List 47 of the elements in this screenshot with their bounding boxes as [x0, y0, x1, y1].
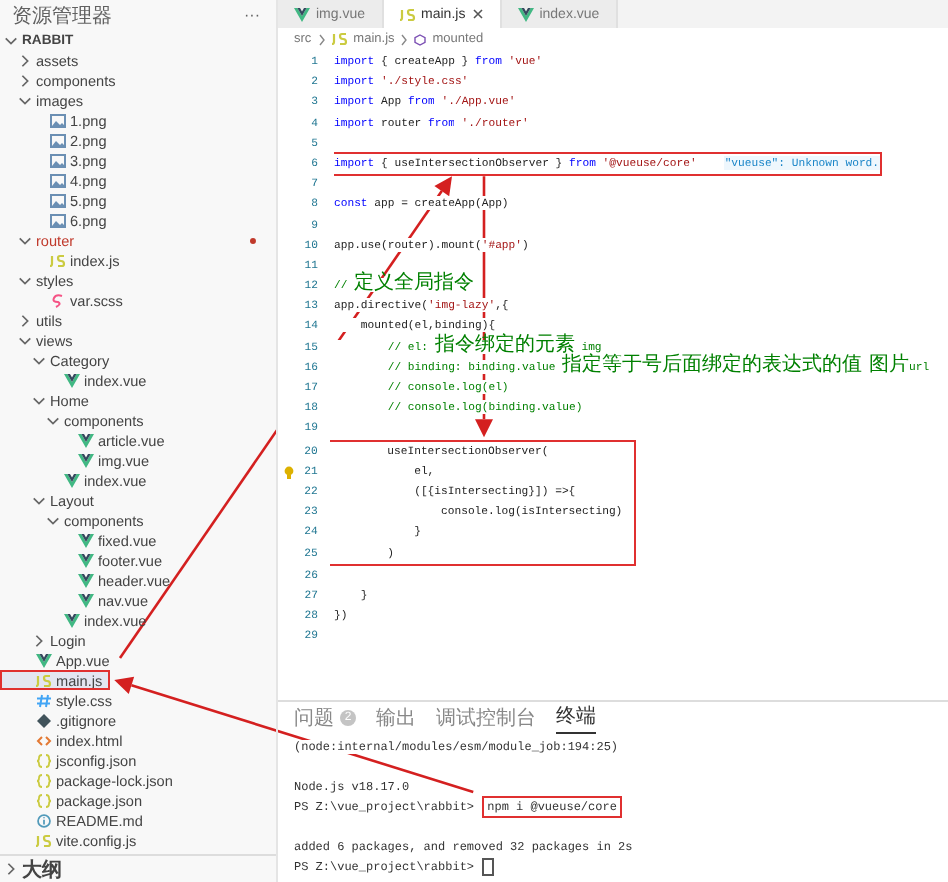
image-file-icon [50, 193, 66, 207]
scss-file-icon [50, 293, 66, 307]
js-file-icon [50, 253, 66, 267]
chevron-icon [18, 233, 32, 247]
js-file-icon [36, 673, 52, 687]
image-file-icon [50, 213, 66, 227]
vue-icon [517, 7, 534, 21]
chevron-icon [317, 33, 326, 45]
panel-tab[interactable]: 输出 [376, 703, 416, 733]
vue-icon [36, 653, 52, 667]
more-actions[interactable]: ··· [244, 6, 260, 24]
info-icon [36, 813, 52, 827]
vue-icon [294, 7, 310, 21]
hash-icon [36, 693, 52, 707]
chevron-icon [400, 33, 409, 45]
braces-icon [36, 753, 52, 767]
braces-icon [36, 773, 52, 787]
chevron-icon [32, 633, 46, 647]
vue-icon [78, 433, 94, 447]
status-dot [250, 237, 256, 243]
vue-icon [64, 473, 80, 487]
panel-tab[interactable]: 调试控制台 [436, 703, 536, 733]
vue-icon [78, 593, 94, 607]
image-file-icon [50, 153, 66, 167]
method-icon [414, 33, 427, 45]
vue-icon [78, 573, 94, 587]
code-brackets-icon [36, 733, 52, 747]
chevron-icon [18, 273, 32, 287]
chevron-icon [4, 862, 18, 876]
vue-icon [78, 533, 94, 547]
diamond-icon [36, 713, 52, 727]
js-file-icon [399, 7, 416, 21]
vue-icon [78, 553, 94, 567]
js-file-icon [36, 833, 52, 847]
outline-section[interactable]: 大纲 [0, 854, 276, 882]
explorer-title: 资源管理器 [12, 3, 112, 29]
image-file-icon [50, 173, 66, 187]
js-file-icon [331, 32, 348, 46]
panel-tab[interactable]: 终端 [556, 702, 596, 734]
image-file-icon [50, 133, 66, 147]
image-file-icon [50, 113, 66, 127]
terminal-cursor [481, 858, 494, 876]
braces-icon [36, 793, 52, 807]
close-icon[interactable] [471, 8, 484, 20]
vue-icon [64, 373, 80, 387]
vue-icon [64, 613, 80, 627]
vue-icon [78, 453, 94, 467]
